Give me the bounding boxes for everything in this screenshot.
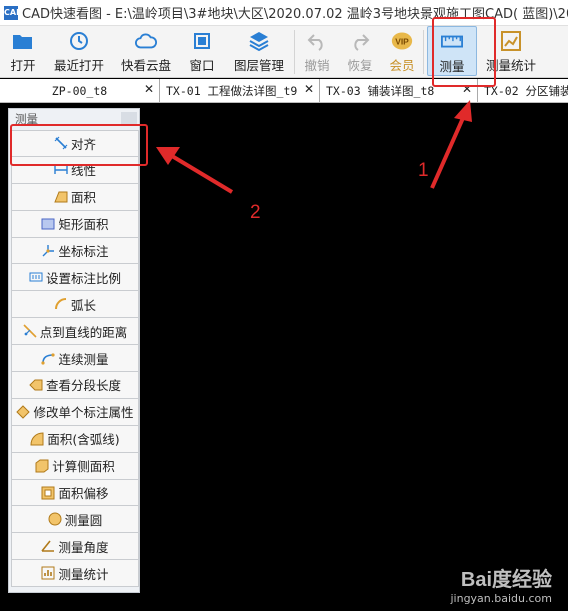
cloud-label: 快看云盘 bbox=[120, 58, 171, 73]
tab-label: TX-02 分区铺装 bbox=[484, 84, 568, 98]
arc-icon bbox=[54, 297, 68, 311]
close-icon[interactable]: ✕ bbox=[144, 82, 154, 96]
point-line-icon bbox=[23, 324, 37, 338]
measure-item-label: 测量统计 bbox=[58, 566, 109, 582]
layers-icon bbox=[248, 30, 270, 52]
chart-icon bbox=[500, 30, 522, 52]
cloud-button[interactable]: 快看云盘 bbox=[112, 26, 180, 76]
measure-item-label: 查看分段长度 bbox=[45, 378, 121, 394]
measure-item-angle[interactable]: 测量角度 bbox=[11, 533, 139, 561]
tab-label: ZP-00_t8 bbox=[51, 84, 108, 98]
measure-item-label: 矩形面积 bbox=[58, 217, 109, 233]
measure-item-label: 坐标标注 bbox=[58, 244, 109, 259]
measure-item-label: 面积偏移 bbox=[58, 486, 109, 502]
folder-icon bbox=[12, 30, 34, 52]
measure-item-area[interactable]: 面积 bbox=[11, 183, 139, 211]
measure-item-rect-area[interactable]: 矩形面积 bbox=[11, 210, 139, 238]
recent-button[interactable]: 最近打开 bbox=[46, 26, 112, 76]
side-area-icon bbox=[35, 459, 49, 473]
measure-item-label: 测量角度 bbox=[58, 539, 109, 555]
cloud-icon bbox=[135, 30, 157, 52]
measure-item-offset[interactable]: 面积偏移 bbox=[11, 479, 139, 507]
open-label: 打开 bbox=[10, 58, 36, 73]
measure-item-label: 计算侧面积 bbox=[52, 459, 115, 475]
tab-tx-01[interactable]: TX-01 工程做法详图_t9 ✕ bbox=[160, 79, 320, 102]
baidu-watermark: Bai度经验 jingyan.baidu.com bbox=[450, 563, 552, 605]
measure-item-continuous[interactable]: 连续测量 bbox=[11, 345, 139, 373]
measure-item-point-line[interactable]: 点到直线的距离 bbox=[11, 318, 139, 346]
tab-zp-00[interactable]: ZP-00_t8 ✕ bbox=[0, 79, 160, 102]
toolbar-divider bbox=[423, 30, 424, 74]
circle-icon bbox=[48, 512, 62, 526]
vip-icon: VIP bbox=[391, 30, 413, 52]
measure-item-coordinate[interactable]: 坐标标注 bbox=[11, 237, 139, 265]
measure-item-side-area[interactable]: 计算侧面积 bbox=[11, 452, 139, 480]
arrow-1-head bbox=[454, 100, 472, 122]
recent-label: 最近打开 bbox=[53, 58, 104, 73]
vip-label: 会员 bbox=[389, 58, 415, 73]
measure-item-label: 设置标注比例 bbox=[45, 270, 121, 286]
measure-menu: 对齐 线性 面积 矩形面积 坐标标注 设置标注比例 弧长 点到直线的距离 连续测… bbox=[11, 130, 139, 588]
step-number-1: 1 bbox=[418, 160, 429, 181]
coordinate-icon bbox=[41, 244, 55, 258]
vip-button[interactable]: VIP 会员 bbox=[381, 26, 423, 76]
area-icon bbox=[54, 190, 68, 204]
redo-button[interactable]: 恢复 bbox=[339, 26, 381, 76]
redo-icon bbox=[349, 30, 371, 52]
measure-panel: 测量 对齐 线性 面积 矩形面积 坐标标注 设置标注比例 弧长 点到直线的距离 … bbox=[8, 108, 140, 593]
measure-item-arc-area[interactable]: 面积(含弧线) bbox=[11, 425, 139, 453]
edit-dim-icon bbox=[16, 405, 31, 419]
measure-highlight-box bbox=[432, 17, 496, 87]
measure-item-label: 面积 bbox=[70, 190, 96, 206]
step-number-2: 2 bbox=[250, 202, 261, 223]
continuous-icon bbox=[41, 351, 56, 365]
redo-label: 恢复 bbox=[347, 58, 373, 73]
open-button[interactable]: 打开 bbox=[0, 26, 46, 76]
measure-item-label: 点到直线的距离 bbox=[39, 324, 128, 340]
measure-item-label: 测量圆 bbox=[64, 512, 103, 528]
watermark-logo: Bai度经验 bbox=[460, 569, 552, 591]
align-highlight-box bbox=[10, 124, 148, 166]
offset-icon bbox=[41, 486, 55, 500]
measure-item-circle[interactable]: 测量圆 bbox=[11, 506, 139, 534]
undo-icon bbox=[306, 30, 328, 52]
measure-item-scale[interactable]: 设置标注比例 bbox=[11, 264, 139, 292]
watermark-url: jingyan.baidu.com bbox=[450, 592, 552, 605]
measure-item-label: 修改单个标注属性 bbox=[33, 405, 134, 421]
vip-badge-text: VIP bbox=[395, 36, 409, 46]
measure-item-label: 连续测量 bbox=[58, 351, 109, 367]
angle-icon bbox=[41, 539, 55, 553]
window-label: 窗口 bbox=[189, 58, 215, 73]
layers-button[interactable]: 图层管理 bbox=[224, 26, 294, 76]
undo-button[interactable]: 撤销 bbox=[295, 26, 339, 76]
tab-label: TX-03 铺装详图_t8 bbox=[326, 84, 435, 98]
arrow-2-shaft bbox=[170, 154, 234, 194]
segment-icon bbox=[29, 378, 43, 392]
clock-icon bbox=[68, 30, 90, 52]
measure-item-label: 弧长 bbox=[70, 297, 96, 313]
measure-item-edit-dim[interactable]: 修改单个标注属性 bbox=[11, 398, 139, 426]
measure-item-segment[interactable]: 查看分段长度 bbox=[11, 372, 139, 399]
arrow-2-head bbox=[156, 147, 180, 165]
measure-item-arc[interactable]: 弧长 bbox=[11, 291, 139, 319]
layers-label: 图层管理 bbox=[233, 58, 284, 73]
tab-label: TX-01 工程做法详图_t9 bbox=[166, 84, 298, 98]
window-button[interactable]: 窗口 bbox=[180, 26, 224, 76]
app-logo-icon: CAD bbox=[4, 5, 23, 20]
scale-icon bbox=[29, 270, 43, 284]
undo-label: 撤销 bbox=[304, 58, 330, 73]
measure-item-stats[interactable]: 测量统计 bbox=[11, 560, 139, 588]
arrow-1-shaft bbox=[430, 117, 465, 189]
stats-icon bbox=[41, 566, 55, 580]
measure-item-label: 面积(含弧线) bbox=[47, 432, 120, 448]
arc-area-icon bbox=[30, 432, 44, 446]
window-icon bbox=[191, 30, 213, 52]
rect-area-icon bbox=[41, 217, 55, 231]
close-icon[interactable]: ✕ bbox=[304, 82, 314, 96]
